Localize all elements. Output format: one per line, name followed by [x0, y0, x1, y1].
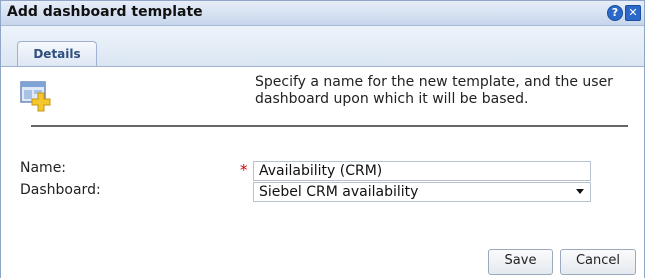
close-icon[interactable]: ✕: [625, 5, 641, 21]
add-dashboard-template-dialog: Add dashboard template ? ✕ Details Speci…: [0, 0, 645, 278]
chevron-down-icon[interactable]: [576, 189, 584, 194]
help-icon[interactable]: ?: [607, 5, 623, 21]
divider: [31, 125, 628, 127]
dashboard-select[interactable]: Siebel CRM availability: [253, 182, 591, 202]
tab-strip: Details: [1, 26, 644, 66]
dialog-titlebar: Add dashboard template ? ✕: [1, 1, 644, 26]
name-label: Name:: [20, 160, 67, 176]
description-text: Specify a name for the new template, and…: [255, 74, 613, 107]
name-input[interactable]: Availability (CRM): [253, 161, 591, 181]
details-panel: Specify a name for the new template, and…: [1, 66, 644, 278]
cancel-button[interactable]: Cancel: [560, 249, 636, 275]
save-button[interactable]: Save: [488, 249, 553, 275]
required-marker: *: [240, 161, 248, 179]
add-template-icon: [20, 81, 51, 112]
dialog-title: Add dashboard template: [7, 4, 203, 20]
tab-details[interactable]: Details: [17, 41, 97, 66]
dashboard-selected-value: Siebel CRM availability: [259, 184, 419, 200]
dashboard-label: Dashboard:: [20, 182, 101, 198]
